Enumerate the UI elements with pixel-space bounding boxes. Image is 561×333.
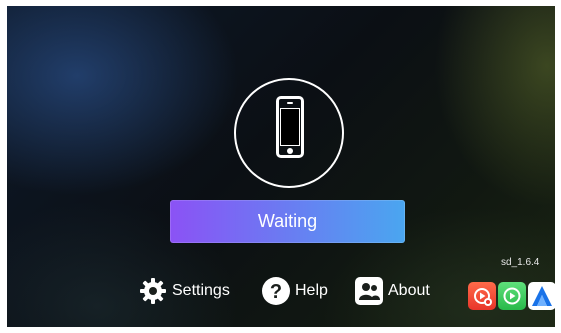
phone-screen <box>280 108 300 146</box>
phone-speaker <box>287 102 293 104</box>
settings-label: Settings <box>172 282 230 299</box>
gear-icon <box>140 278 166 304</box>
help-button[interactable]: ? Help <box>261 274 328 308</box>
device-frame: Waiting sd_1.6.4 Settings ? Help About <box>0 0 561 333</box>
waiting-button-label: Waiting <box>257 211 318 231</box>
about-label: About <box>388 282 430 299</box>
android-auto-icon[interactable] <box>528 282 555 310</box>
connection-app-icons <box>468 282 555 310</box>
version-label: sd_1.6.4 <box>501 257 540 268</box>
smartphone-icon <box>276 96 304 158</box>
svg-text:?: ? <box>270 281 282 303</box>
home-screen: Waiting sd_1.6.4 Settings ? Help About <box>7 6 555 327</box>
help-icon: ? <box>262 277 290 305</box>
about-icon <box>355 277 383 305</box>
phone-home-button <box>287 148 293 154</box>
play-circle-icon <box>503 287 521 305</box>
play-circle-icon <box>474 288 492 306</box>
waiting-button[interactable]: Waiting <box>170 200 405 243</box>
android-auto-logo-icon <box>532 286 552 306</box>
help-label: Help <box>295 282 328 299</box>
about-button[interactable]: About <box>354 274 430 308</box>
settings-button[interactable]: Settings <box>138 274 230 308</box>
carplay-green-icon[interactable] <box>498 282 526 310</box>
carplay-red-icon[interactable] <box>468 282 496 310</box>
phone-status-circle <box>234 78 344 188</box>
